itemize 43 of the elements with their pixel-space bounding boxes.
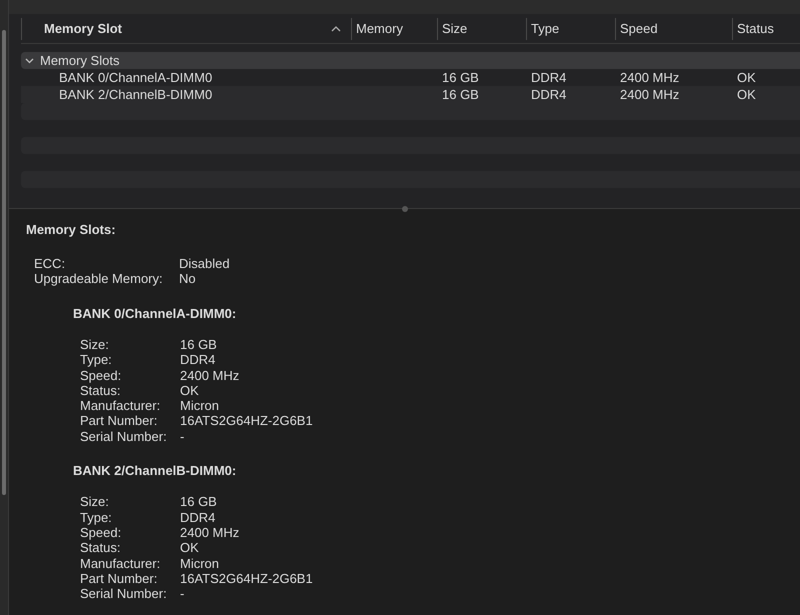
field-label: Status:: [80, 382, 122, 400]
field-value: 16 GB: [180, 336, 217, 354]
field-value: DDR4: [180, 508, 216, 527]
column-header[interactable]: Memory: [351, 18, 437, 40]
chevron-icon[interactable]: [25, 56, 34, 65]
field-value: OK: [180, 382, 199, 400]
field-value: -: [180, 585, 184, 604]
group-label: Memory Slots: [40, 52, 120, 70]
field-label: Serial Number:: [80, 585, 168, 604]
table-cell: BANK 2/ChannelB-DIMM0: [59, 86, 212, 102]
column-header[interactable]: Status: [732, 18, 800, 40]
field-label: Size:: [80, 493, 110, 512]
column-header[interactable]: Type: [526, 18, 615, 40]
table-cell: OK: [737, 70, 756, 85]
field-value: 2400 MHz: [180, 366, 240, 384]
bank-title: BANK 0/ChannelA-DIMM0:: [73, 304, 238, 322]
table-cell: DDR4: [531, 70, 566, 85]
bank-title: BANK 2/ChannelB-DIMM0:: [73, 462, 238, 480]
field-label: Speed:: [80, 525, 122, 542]
field-value: DDR4: [180, 351, 216, 370]
field-label: Speed:: [80, 367, 122, 385]
table-cell: 16 GB: [442, 70, 479, 85]
table-cell: DDR4: [531, 86, 566, 102]
table-row[interactable]: BANK 0/ChannelA-DIMM0 16 GB DDR4 2400 MHz OK: [21, 69, 800, 86]
column-header[interactable]: Speed: [615, 18, 732, 40]
scrollbar-thumb[interactable]: [2, 30, 6, 495]
field-value: -: [180, 428, 184, 446]
table-row[interactable]: BANK 2/ChannelB-DIMM0 16 GB DDR4 2400 MHz OK: [21, 86, 800, 103]
field-label: Type:: [80, 351, 113, 370]
column-header[interactable]: Memory Slot: [21, 18, 351, 40]
table-cell: OK: [737, 86, 756, 102]
field-label: Serial Number:: [80, 428, 168, 446]
column-header[interactable]: Size: [437, 18, 526, 40]
group-row[interactable]: Memory Slots: [21, 52, 800, 69]
field-value: 16 GB: [180, 493, 217, 512]
table-cell: 16 GB: [442, 86, 479, 102]
table-cell: 2400 MHz: [620, 70, 680, 85]
table-cell: BANK 0/ChannelA-DIMM0: [59, 70, 212, 85]
field-label: Type:: [80, 508, 113, 527]
field-label: Status:: [80, 540, 122, 558]
section-title: Memory Slots:: [26, 221, 117, 239]
field-label: Size:: [80, 336, 110, 354]
table-cell: 2400 MHz: [620, 86, 680, 102]
